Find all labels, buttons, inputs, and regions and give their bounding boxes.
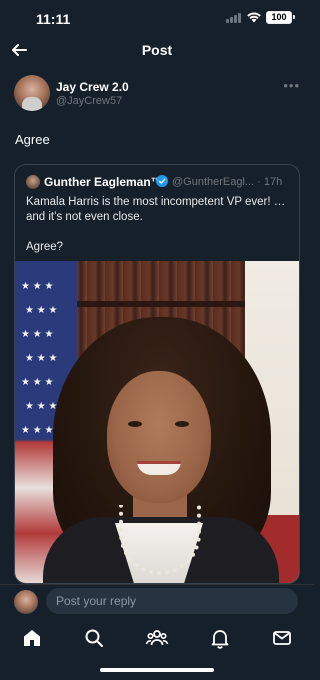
quote-avatar[interactable] [26, 175, 40, 189]
quoted-post[interactable]: Gunther Eagleman™ @GuntherEagl... · 17h … [14, 164, 300, 584]
author-handle[interactable]: @JayCrew57 [56, 95, 122, 107]
search-icon[interactable] [82, 626, 106, 650]
status-time: 11:11 [36, 11, 71, 27]
home-indicator [100, 668, 214, 672]
signal-icon [226, 13, 242, 23]
more-icon[interactable]: ••• [283, 78, 300, 93]
reply-bar [0, 584, 314, 618]
post-text: Agree [15, 132, 50, 147]
wifi-icon [247, 12, 261, 23]
quote-time: · 17h [257, 176, 283, 188]
quote-text: Kamala Harris is the most incompetent VP… [26, 196, 286, 253]
verified-badge-icon [156, 175, 168, 187]
page-title: Post [141, 42, 173, 58]
messages-icon[interactable] [270, 626, 294, 650]
reply-avatar [14, 590, 38, 614]
photo-eye [175, 421, 189, 427]
communities-icon[interactable] [145, 626, 169, 650]
avatar[interactable] [14, 75, 50, 111]
photo-eye [128, 421, 142, 427]
reply-input[interactable] [46, 588, 298, 614]
header: Post [0, 36, 314, 66]
post-author: Jay Crew 2.0 @JayCrew57 ••• [14, 75, 304, 115]
quote-author-name[interactable]: Gunther Eagleman™ [44, 175, 163, 189]
quote-photo[interactable]: ★ ★ ★ ★ ★ ★ ★ ★ ★ ★ ★ ★ ★ ★ ★ ★ ★ ★ ★ ★ … [15, 261, 299, 583]
battery-icon: 100 [266, 11, 295, 24]
bottom-tab-bar [0, 620, 314, 660]
home-icon[interactable] [20, 626, 44, 650]
status-bar: 11:11 100 [0, 0, 314, 36]
photo-face [107, 371, 211, 503]
quote-author-handle: @GuntherEagl... · 17h [172, 176, 283, 188]
notifications-icon[interactable] [208, 626, 232, 650]
author-name[interactable]: Jay Crew 2.0 [56, 80, 129, 94]
